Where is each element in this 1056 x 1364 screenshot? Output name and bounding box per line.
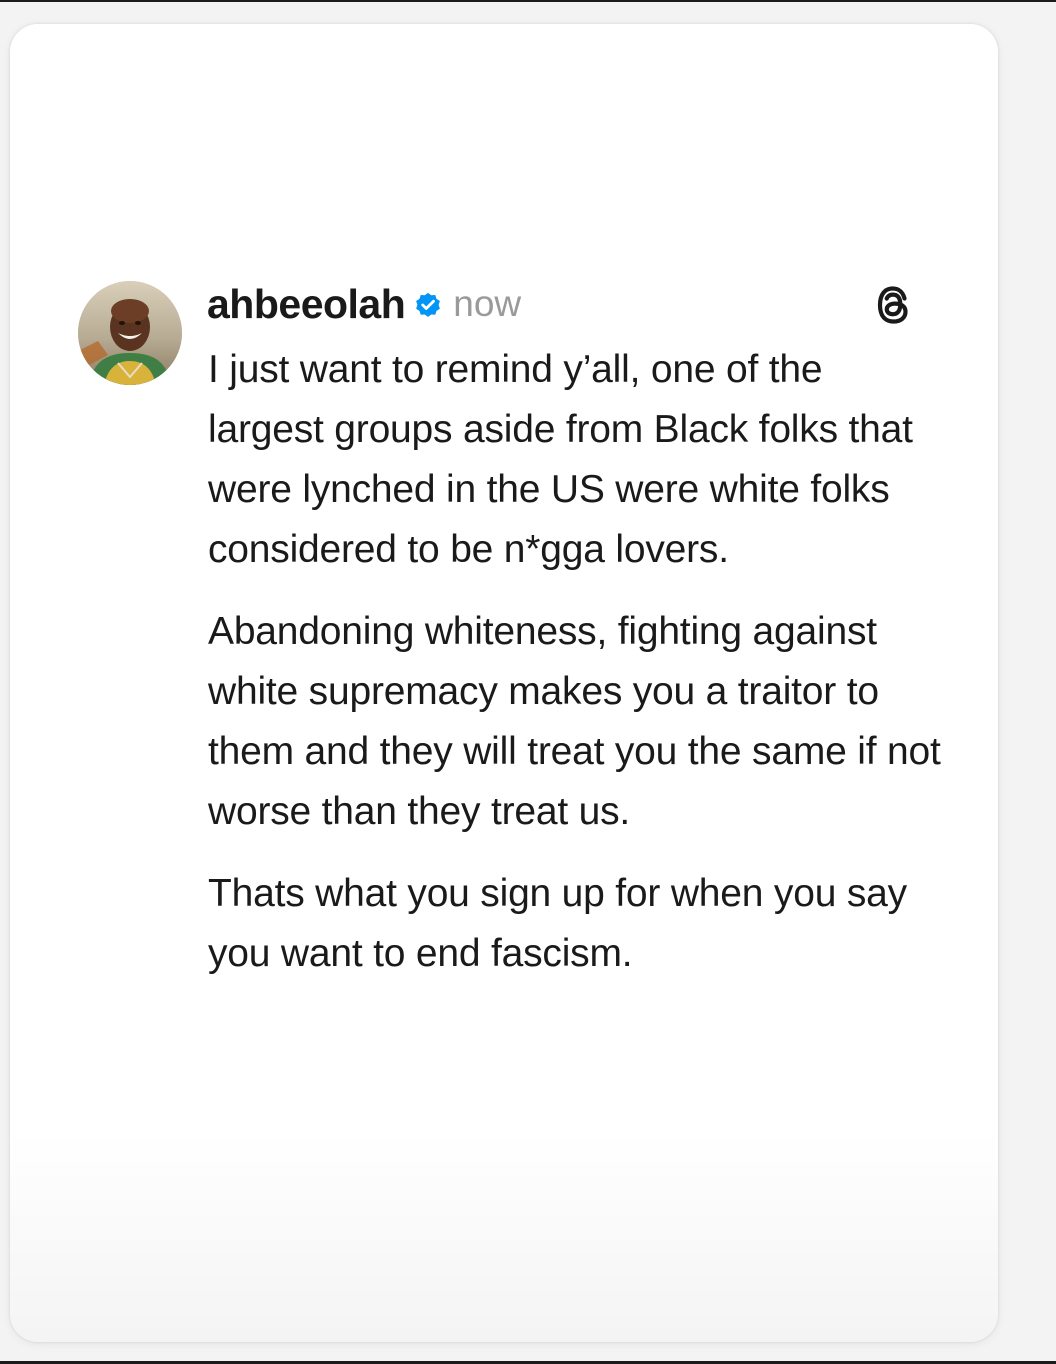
post-body: I just want to remind y’all, one of the … — [208, 340, 948, 1006]
avatar[interactable] — [78, 281, 182, 385]
top-border — [0, 0, 1056, 2]
post-paragraph: Abandoning whiteness, fighting against w… — [208, 610, 941, 833]
post-timestamp: now — [453, 283, 522, 324]
verified-badge-icon — [413, 291, 443, 321]
username[interactable]: ahbeeolah — [207, 281, 406, 328]
post-paragraph: Thats what you sign up for when you say … — [208, 872, 907, 975]
post-header: ahbeeolah now — [207, 278, 521, 330]
post-paragraph: I just want to remind y’all, one of the … — [208, 348, 913, 571]
avatar-image — [78, 281, 182, 385]
threads-logo-icon[interactable] — [874, 283, 914, 327]
